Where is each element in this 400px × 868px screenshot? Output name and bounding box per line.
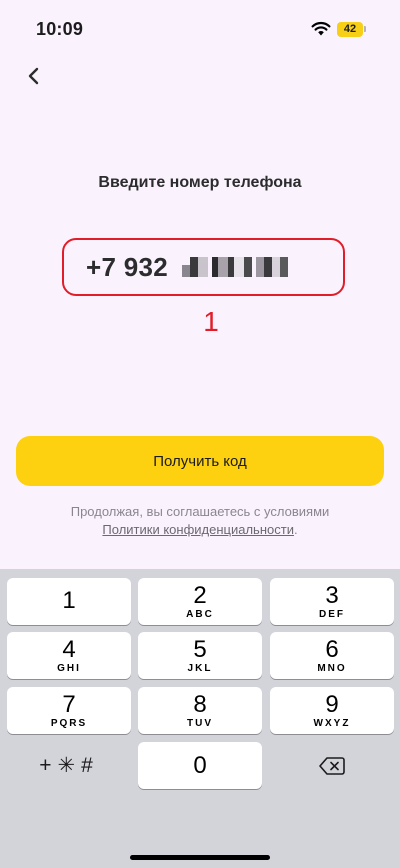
key-letters: MNO (317, 663, 347, 674)
key-digit: 7 (62, 691, 76, 718)
key-5[interactable]: 5 JKL (138, 632, 262, 679)
key-letters: TUV (187, 718, 213, 729)
privacy-policy-link[interactable]: Политики конфиденциальности (102, 522, 294, 537)
key-digit: 3 (325, 582, 339, 609)
symbols-key[interactable]: +✳# (7, 742, 131, 789)
battery-icon: 42 (337, 22, 363, 37)
key-letters: DEF (319, 609, 345, 620)
battery-cap (364, 26, 366, 32)
key-digit: 5 (193, 636, 207, 663)
status-time: 10:09 (36, 19, 84, 39)
key-1[interactable]: 1 (7, 578, 131, 625)
get-code-button[interactable]: Получить код (16, 436, 384, 486)
key-2[interactable]: 2 ABC (138, 578, 262, 625)
key-digit: 9 (325, 691, 339, 718)
key-0[interactable]: 0 (138, 742, 262, 789)
phone-value: +7 932 (86, 251, 169, 282)
backspace-icon (319, 756, 345, 775)
key-6[interactable]: 6 MNO (270, 632, 394, 679)
key-letters: ABC (186, 609, 214, 620)
status-bar: 10:09 42 (0, 0, 400, 54)
key-digit: 8 (193, 691, 207, 718)
key-8[interactable]: 8 TUV (138, 687, 262, 734)
key-3[interactable]: 3 DEF (270, 578, 394, 625)
key-digit: 0 (193, 752, 207, 779)
key-letters: JKL (187, 663, 213, 674)
key-digit: 4 (62, 636, 76, 663)
masked-digits (182, 256, 289, 278)
terms-line: Продолжая, вы соглашаетесь с условиями (70, 504, 330, 519)
wifi-icon (311, 21, 331, 36)
key-letters: PQRS (50, 718, 88, 729)
key-letters: WXYZ (313, 718, 351, 729)
key-letters: GHI (57, 663, 81, 674)
key-4[interactable]: 4 GHI (7, 632, 131, 679)
key-digit: 2 (193, 582, 207, 609)
terms-suffix: . (293, 522, 298, 537)
chevron-left-icon (28, 67, 39, 85)
key-digit: 6 (325, 636, 339, 663)
terms-link-line: Политики конфиденциальности. (0, 521, 400, 539)
home-indicator (130, 855, 270, 860)
annotation-label: 1 (203, 306, 219, 337)
key-digit: 1 (62, 587, 76, 614)
back-button[interactable] (20, 62, 48, 90)
phone-input[interactable]: +7 932 (62, 238, 345, 296)
terms-text: Продолжая, вы соглашаетесь с условиями П… (0, 503, 400, 539)
key-7[interactable]: 7 PQRS (7, 687, 131, 734)
page-title: Введите номер телефона (98, 174, 302, 191)
delete-key[interactable] (270, 742, 394, 789)
key-9[interactable]: 9 WXYZ (270, 687, 394, 734)
